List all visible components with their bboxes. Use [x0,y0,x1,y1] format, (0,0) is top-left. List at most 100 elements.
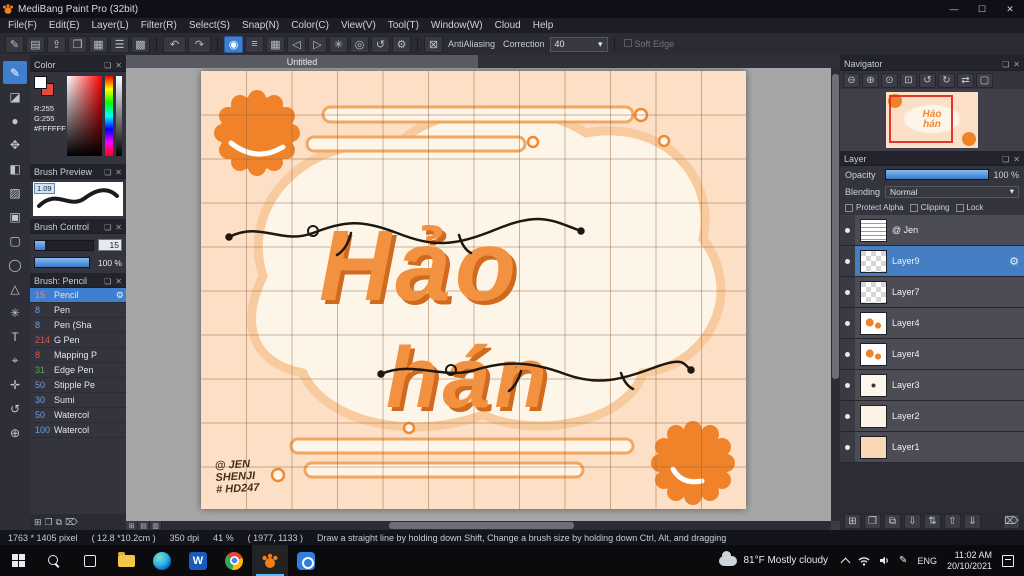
pen-icon[interactable]: ✎ [899,555,907,566]
soft-edge-toggle[interactable]: Soft Edge [623,39,674,49]
snap-off-icon[interactable]: ◉ [224,35,243,53]
duplicate-layer-icon[interactable]: ⧉ [884,513,901,529]
layer-visibility-icon[interactable] [840,215,855,245]
canvas-nav-button-2[interactable]: ▤ [138,521,150,530]
hue-slider[interactable] [104,76,114,156]
document-tab-untitled[interactable]: Untitled [126,55,478,68]
select-lasso-tool[interactable]: ◯ [3,253,27,276]
file-explorer-button[interactable] [108,545,144,576]
brush-opacity-slider[interactable] [34,257,90,268]
brush-item-pencil[interactable]: 15 Pencil ⚙ [30,288,126,303]
layer-thumbnail[interactable] [860,435,887,459]
speaker-icon[interactable] [879,555,890,566]
color-swatches[interactable] [34,76,56,98]
foreground-color-swatch[interactable] [34,76,47,89]
saturation-value-picker[interactable] [67,76,102,156]
layer-row-layer4a[interactable]: Layer4 [840,308,1024,339]
undo-button[interactable]: ↶ [163,35,186,53]
layer-thumbnail[interactable] [860,373,887,397]
close-panel-icon[interactable]: ✕ [115,223,122,232]
navigator-thumbnail[interactable]: Hảo hán [886,92,978,148]
snap-vanish-left-icon[interactable]: ◁ [287,35,306,53]
close-panel-icon[interactable]: ✕ [115,277,122,286]
brush-item-pen-sharp[interactable]: 8 Pen (Sha [30,318,126,333]
horizontal-scroll-thumb[interactable] [389,522,574,529]
snap-vanish-right-icon[interactable]: ▷ [308,35,327,53]
layer-visibility-icon[interactable] [840,339,855,369]
brush-item-watercolor-1[interactable]: 50 Watercol [30,408,126,423]
tray-expand-icon[interactable] [840,557,851,567]
taskbar-clock[interactable]: 11:02 AM 20/10/2021 [941,550,998,572]
menu-file[interactable]: File(F) [2,20,43,31]
blending-dropdown[interactable]: Normal ▾ [885,185,1019,198]
eraser-tool[interactable]: ◪ [3,85,27,108]
menu-color[interactable]: Color(C) [285,20,335,31]
merge-down-icon[interactable]: ⇩ [904,513,921,529]
gradient-tool[interactable]: ▨ [3,181,27,204]
delete-brush-icon[interactable]: ⌦ [65,517,78,528]
layer-row-jen[interactable]: @ Jen [840,215,1024,246]
fit-window-icon[interactable]: ⊡ [900,72,917,88]
zoom-100-icon[interactable]: ⊙ [881,72,898,88]
sliders-icon[interactable]: ☰ [110,35,129,53]
move-layer-up-icon[interactable]: ⇧ [944,513,961,529]
float-panel-icon[interactable]: ❏ [1002,155,1009,164]
protect-alpha-toggle[interactable]: Protect Alpha [845,203,904,212]
brush-settings-gear-icon[interactable]: ⚙ [116,290,124,301]
taskbar-weather[interactable]: 81°F Mostly cloudy [711,550,836,566]
brush-size-value[interactable]: 15 [98,239,122,251]
action-center-icon[interactable] [1002,554,1014,567]
brush-item-watercolor-2[interactable]: 100 Watercol [30,423,126,438]
canvas-viewport[interactable]: Hảo Hảo hán hán @ JEN SHENJI # HD247 [126,68,831,521]
snap-grid-icon[interactable]: ▦ [266,35,285,53]
brush-size-slider[interactable] [34,239,94,251]
stamp-tool[interactable]: ▣ [3,205,27,228]
move-tool[interactable]: ✥ [3,133,27,156]
snap-curve-icon[interactable]: ↺ [371,35,390,53]
horizontal-scrollbar[interactable]: ⊞ ▤ ▥ [126,521,831,530]
magic-wand-tool[interactable]: ✳ [3,301,27,324]
canvas-nav-button-3[interactable]: ▥ [150,521,162,530]
chrome-button[interactable] [216,545,252,576]
grid-icon[interactable]: ▩ [131,35,150,53]
float-panel-icon[interactable]: ❏ [1002,60,1009,69]
reset-view-icon[interactable]: ▢ [976,72,993,88]
vertical-scroll-thumb[interactable] [832,74,839,379]
layer-visibility-icon[interactable] [840,432,855,462]
layer-thumbnail[interactable] [860,311,887,335]
layer-thumbnail[interactable] [860,404,887,428]
layer-row-layer4b[interactable]: Layer4 [840,339,1024,370]
palette-icon[interactable]: ▦ [89,35,108,53]
layer-opacity-slider[interactable] [885,169,990,180]
layer-thumbnail[interactable] [860,218,887,242]
layer-settings-gear-icon[interactable]: ⚙ [1009,255,1019,268]
medibang-button[interactable] [252,545,288,576]
layer-visibility-icon[interactable] [840,246,855,276]
brush-item-pen[interactable]: 8 Pen [30,303,126,318]
close-panel-icon[interactable]: ✕ [1013,155,1020,164]
menu-cloud[interactable]: Cloud [489,20,527,31]
menu-select[interactable]: Select(S) [183,20,236,31]
layer-thumbnail[interactable] [860,280,887,304]
rotate-right-icon[interactable]: ↻ [938,72,955,88]
zoom-out-icon[interactable]: ⊖ [843,72,860,88]
layer-row-layer1[interactable]: Layer1 [840,432,1024,463]
move-layer-down-icon[interactable]: ⇓ [964,513,981,529]
snap-settings-icon[interactable]: ⚙ [392,35,411,53]
brush-settings-icon[interactable]: ✎ [5,35,24,53]
layer-row-layer9[interactable]: Layer9 ⚙ [840,246,1024,277]
transfer-layer-icon[interactable]: ⇅ [924,513,941,529]
float-panel-icon[interactable]: ❏ [104,223,111,232]
clipping-toggle[interactable]: Clipping [909,203,950,212]
snap-circle-icon[interactable]: ◎ [350,35,369,53]
float-panel-icon[interactable]: ❏ [104,277,111,286]
layer-row-layer2[interactable]: Layer2 [840,401,1024,432]
antialiasing-icon[interactable]: ⊠ [424,35,443,53]
save-icon[interactable]: ▤ [26,35,45,53]
zoom-tool[interactable]: ⊕ [3,421,27,444]
brightness-slider[interactable] [116,76,122,156]
close-button[interactable]: ✕ [996,0,1024,18]
rotate-tool[interactable]: ↺ [3,397,27,420]
delete-layer-icon[interactable]: ⌦ [1003,513,1020,529]
brush-item-edge-pen[interactable]: 31 Edge Pen [30,363,126,378]
